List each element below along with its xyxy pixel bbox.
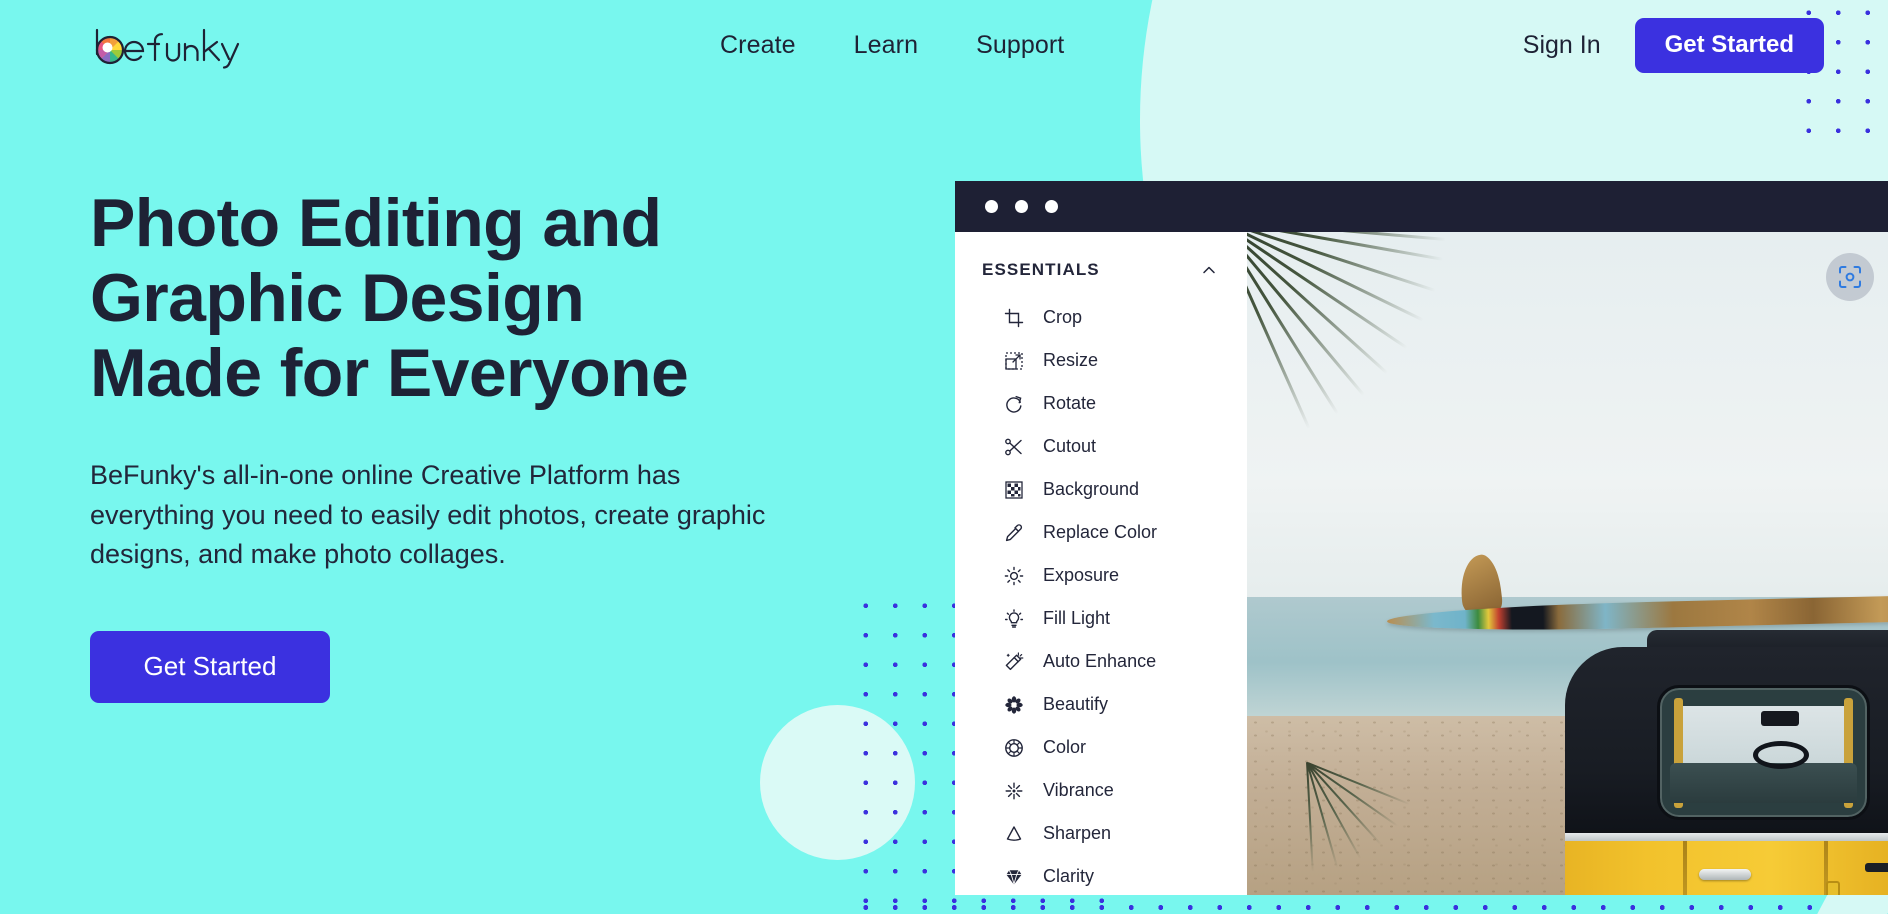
resize-icon xyxy=(1004,351,1024,371)
tool-item-resize[interactable]: Resize xyxy=(955,339,1247,382)
window-dot-2 xyxy=(1015,200,1028,213)
nav-item-support[interactable]: Support xyxy=(976,31,1064,60)
camera-focus-icon xyxy=(1839,266,1861,288)
tool-item-vibrance[interactable]: Vibrance xyxy=(955,769,1247,812)
rotate-icon xyxy=(1004,394,1024,414)
tool-item-cutout[interactable]: Cutout xyxy=(955,425,1247,468)
essentials-panel-header[interactable]: ESSENTIALS xyxy=(955,260,1247,280)
tool-label: Cutout xyxy=(1043,436,1097,456)
tool-item-clarity[interactable]: Clarity xyxy=(955,855,1247,895)
crop-icon xyxy=(1004,308,1024,328)
hero-title: Photo Editing and Graphic Design Made fo… xyxy=(90,185,850,412)
van-door-handle xyxy=(1699,869,1751,880)
lightbulb-icon xyxy=(1004,608,1024,629)
van-door-trim xyxy=(1865,863,1888,872)
sparkle-icon xyxy=(1004,781,1024,801)
header-get-started-button[interactable]: Get Started xyxy=(1634,17,1824,73)
editor-body: ESSENTIALS Crop Resize Rotate Cutout Bac… xyxy=(955,232,1888,895)
sign-in-link[interactable]: Sign In xyxy=(1523,31,1601,60)
van-chrome-stripe xyxy=(1565,833,1888,841)
hero-title-line-1: Photo Editing and xyxy=(90,185,662,261)
tool-label: Fill Light xyxy=(1043,608,1111,628)
editor-window-mockup: ESSENTIALS Crop Resize Rotate Cutout Bac… xyxy=(955,181,1888,895)
diamond-icon xyxy=(1004,867,1024,887)
sun-icon xyxy=(1004,566,1024,586)
tool-label: Replace Color xyxy=(1043,522,1158,542)
hero-section: Photo Editing and Graphic Design Made fo… xyxy=(90,185,850,703)
camera-focus-badge[interactable] xyxy=(1826,253,1874,301)
window-dot-3 xyxy=(1045,200,1058,213)
nav-item-create[interactable]: Create xyxy=(720,31,796,60)
palm-frond-top xyxy=(1247,232,1547,430)
rearview-mirror xyxy=(1761,711,1800,726)
steering-wheel xyxy=(1753,741,1809,769)
header-actions: Sign In Get Started xyxy=(1523,17,1824,73)
tool-item-replace-color[interactable]: Replace Color xyxy=(955,511,1247,554)
magic-wand-icon xyxy=(1004,651,1024,672)
van-photo-subject xyxy=(1565,647,1888,895)
essentials-panel-title: ESSENTIALS xyxy=(982,260,1100,279)
tool-label: Clarity xyxy=(1043,866,1095,886)
tool-item-fill-light[interactable]: Fill Light xyxy=(955,597,1247,640)
befunky-logo[interactable] xyxy=(88,21,248,69)
color-wheel-icon xyxy=(1004,738,1024,758)
tool-item-beautify[interactable]: Beautify xyxy=(955,683,1247,726)
tool-item-crop[interactable]: Crop xyxy=(955,296,1247,339)
tool-label: Beautify xyxy=(1043,694,1109,714)
tool-item-background[interactable]: Background xyxy=(955,468,1247,511)
van-rear-window xyxy=(1657,685,1870,820)
van-dashboard xyxy=(1670,763,1857,803)
tool-label: Auto Enhance xyxy=(1043,651,1157,671)
tool-item-color[interactable]: Color xyxy=(955,726,1247,769)
hero-get-started-button[interactable]: Get Started xyxy=(90,630,330,703)
eyedropper-icon xyxy=(1004,523,1024,543)
palm-frond-left xyxy=(1248,762,1410,895)
tool-label: Rotate xyxy=(1043,393,1097,413)
site-header: Create Learn Support Sign In Get Started xyxy=(0,0,1888,90)
tool-label: Vibrance xyxy=(1043,780,1114,800)
hero-title-line-2: Graphic Design xyxy=(90,260,585,337)
tool-label: Exposure xyxy=(1043,565,1120,585)
aperture-icon xyxy=(95,28,240,69)
tool-item-sharpen[interactable]: Sharpen xyxy=(955,812,1247,855)
hero-title-line-3: Made for Everyone xyxy=(90,335,689,412)
tool-item-rotate[interactable]: Rotate xyxy=(955,382,1247,425)
triangle-icon xyxy=(1004,824,1024,844)
window-dot-1 xyxy=(985,200,998,213)
main-navigation: Create Learn Support xyxy=(720,31,1064,60)
tool-label: Resize xyxy=(1043,350,1099,370)
nav-item-learn[interactable]: Learn xyxy=(854,31,918,60)
tool-item-exposure[interactable]: Exposure xyxy=(955,554,1247,597)
tool-label: Color xyxy=(1043,737,1087,757)
editor-title-bar xyxy=(955,181,1888,232)
checkerboard-icon xyxy=(1004,480,1024,500)
van-hinge-top xyxy=(1826,881,1840,895)
scissors-icon xyxy=(1004,437,1024,457)
tool-label: Sharpen xyxy=(1043,823,1112,843)
tool-label: Background xyxy=(1043,479,1140,499)
tool-item-auto-enhance[interactable]: Auto Enhance xyxy=(955,640,1247,683)
editor-photo-canvas[interactable] xyxy=(1247,232,1888,895)
van-door-seam-left xyxy=(1683,841,1687,895)
chevron-up-icon[interactable] xyxy=(1201,262,1217,278)
editor-tool-sidebar: ESSENTIALS Crop Resize Rotate Cutout Bac… xyxy=(955,232,1247,895)
tool-label: Crop xyxy=(1043,307,1083,327)
flower-icon xyxy=(1004,695,1024,715)
van-body xyxy=(1565,841,1888,895)
hero-subtitle: BeFunky's all-in-one online Creative Pla… xyxy=(90,460,766,570)
